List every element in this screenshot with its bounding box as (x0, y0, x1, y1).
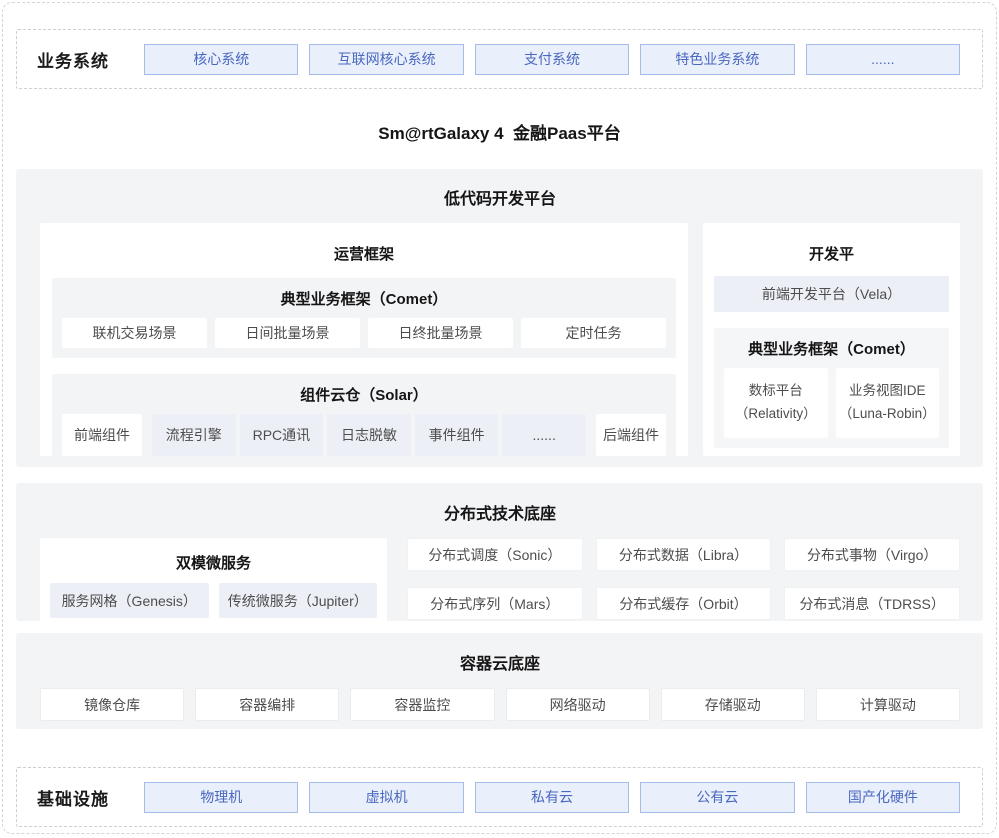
node-vela-frontend-platform: 前端开发平台（Vela） (714, 276, 949, 312)
node-libra-data: 分布式数据（Libra） (596, 538, 772, 571)
architecture-diagram: 业务系统 核心系统 互联网核心系统 支付系统 特色业务系统 ...... Sm@… (2, 2, 997, 834)
dual-mode-list: 服务网格（Genesis） 传统微服务（Jupiter） (50, 583, 377, 618)
distributed-base-section: 分布式技术底座 双模微服务 服务网格（Genesis） 传统微服务（Jupite… (16, 483, 983, 621)
node-private-cloud: 私有云 (475, 782, 629, 813)
node-relativity-platform: 数标平台 （Relativity） (724, 368, 828, 438)
distributed-base-title: 分布式技术底座 (40, 500, 960, 524)
comet-framework-subpanel: 典型业务框架（Comet） 联机交易场景 日间批量场景 日终批量场景 定时任务 (52, 278, 676, 358)
dev-platform-panel: 开发平 前端开发平台（Vela） 典型业务框架（Comet） 数标平台 （Rel… (703, 223, 960, 456)
node-rpc-communication: RPC通讯 (240, 414, 324, 456)
node-luna-robin-ide: 业务视图IDE （Luna-Robin） (836, 368, 940, 438)
node-internet-core-system: 互联网核心系统 (309, 44, 463, 75)
business-systems-label: 业务系统 (37, 47, 144, 72)
container-base-title: 容器云底座 (40, 650, 960, 674)
infrastructure-label: 基础设施 (37, 785, 144, 810)
node-backend-component: 后端组件 (596, 414, 666, 456)
low-code-platform-section: 低代码开发平台 运营框架 典型业务框架（Comet） 联机交易场景 日间批量场景… (16, 169, 983, 467)
node-frontend-component: 前端组件 (62, 414, 142, 456)
node-process-engine: 流程引擎 (152, 414, 236, 456)
node-daytime-batch-scene: 日间批量场景 (215, 318, 360, 348)
node-scheduled-task: 定时任务 (521, 318, 666, 348)
node-eod-batch-scene: 日终批量场景 (368, 318, 513, 348)
node-special-business-system: 特色业务系统 (640, 44, 794, 75)
comet-scenes-list: 联机交易场景 日间批量场景 日终批量场景 定时任务 (62, 318, 666, 348)
distributed-services-list: 分布式调度（Sonic） 分布式数据（Libra） 分布式事物（Virgo） 分… (407, 538, 960, 628)
dual-mode-microservice-panel: 双模微服务 服务网格（Genesis） 传统微服务（Jupiter） (40, 538, 387, 628)
ops-framework-title: 运营框架 (52, 235, 676, 278)
distributed-base-body: 双模微服务 服务网格（Genesis） 传统微服务（Jupiter） 分布式调度… (40, 538, 960, 628)
infrastructure-row: 基础设施 物理机 虚拟机 私有云 公有云 国产化硬件 (16, 767, 983, 827)
node-image-registry: 镜像仓库 (40, 688, 184, 721)
container-base-list: 镜像仓库 容器编排 容器监控 网络驱动 存储驱动 计算驱动 (40, 688, 960, 721)
node-tdrss-message: 分布式消息（TDRSS） (784, 587, 960, 620)
dual-mode-title: 双模微服务 (50, 548, 377, 583)
node-log-masking: 日志脱敏 (327, 414, 411, 456)
node-sonic-scheduling: 分布式调度（Sonic） (407, 538, 583, 571)
node-compute-driver: 计算驱动 (816, 688, 960, 721)
infrastructure-list: 物理机 虚拟机 私有云 公有云 国产化硬件 (144, 782, 960, 813)
node-event-component: 事件组件 (415, 414, 499, 456)
node-container-orchestration: 容器编排 (195, 688, 339, 721)
node-more-components: ...... (502, 414, 586, 456)
low-code-platform-title: 低代码开发平台 (40, 185, 960, 209)
node-container-monitoring: 容器监控 (350, 688, 494, 721)
node-core-system: 核心系统 (144, 44, 298, 75)
low-code-platform-body: 运营框架 典型业务框架（Comet） 联机交易场景 日间批量场景 日终批量场景 … (40, 223, 960, 456)
dev-comet-list: 数标平台 （Relativity） 业务视图IDE （Luna-Robin） (724, 368, 939, 438)
node-public-cloud: 公有云 (640, 782, 794, 813)
platform-title: Sm@rtGalaxy 4 金融Paas平台 (16, 119, 983, 144)
node-more-systems: ...... (806, 44, 960, 75)
node-orbit-cache: 分布式缓存（Orbit） (596, 587, 772, 620)
business-systems-row: 业务系统 核心系统 互联网核心系统 支付系统 特色业务系统 ...... (16, 29, 983, 89)
node-virgo-transaction: 分布式事物（Virgo） (784, 538, 960, 571)
node-network-driver: 网络驱动 (506, 688, 650, 721)
node-payment-system: 支付系统 (475, 44, 629, 75)
node-mars-sequence: 分布式序列（Mars） (407, 587, 583, 620)
business-systems-list: 核心系统 互联网核心系统 支付系统 特色业务系统 ...... (144, 44, 960, 75)
dev-comet-title: 典型业务框架（Comet） (724, 338, 939, 359)
node-online-transaction-scene: 联机交易场景 (62, 318, 207, 348)
node-storage-driver: 存储驱动 (661, 688, 805, 721)
comet-framework-title: 典型业务框架（Comet） (62, 288, 666, 309)
ops-framework-panel: 运营框架 典型业务框架（Comet） 联机交易场景 日间批量场景 日终批量场景 … (40, 223, 688, 456)
solar-component-subpanel: 组件云仓（Solar） 前端组件 流程引擎 RPC通讯 日志脱敏 事件组件 ..… (52, 374, 676, 466)
container-base-section: 容器云底座 镜像仓库 容器编排 容器监控 网络驱动 存储驱动 计算驱动 (16, 633, 983, 729)
node-jupiter-microservice: 传统微服务（Jupiter） (219, 583, 378, 618)
solar-title: 组件云仓（Solar） (62, 384, 666, 405)
dev-platform-title: 开发平 (714, 235, 949, 276)
node-physical-machine: 物理机 (144, 782, 298, 813)
node-domestic-hardware: 国产化硬件 (806, 782, 960, 813)
node-genesis-service-mesh: 服务网格（Genesis） (50, 583, 209, 618)
node-virtual-machine: 虚拟机 (309, 782, 463, 813)
solar-components-list: 前端组件 流程引擎 RPC通讯 日志脱敏 事件组件 ...... 后端组件 (62, 414, 666, 456)
dev-comet-subpanel: 典型业务框架（Comet） 数标平台 （Relativity） 业务视图IDE … (714, 328, 949, 448)
